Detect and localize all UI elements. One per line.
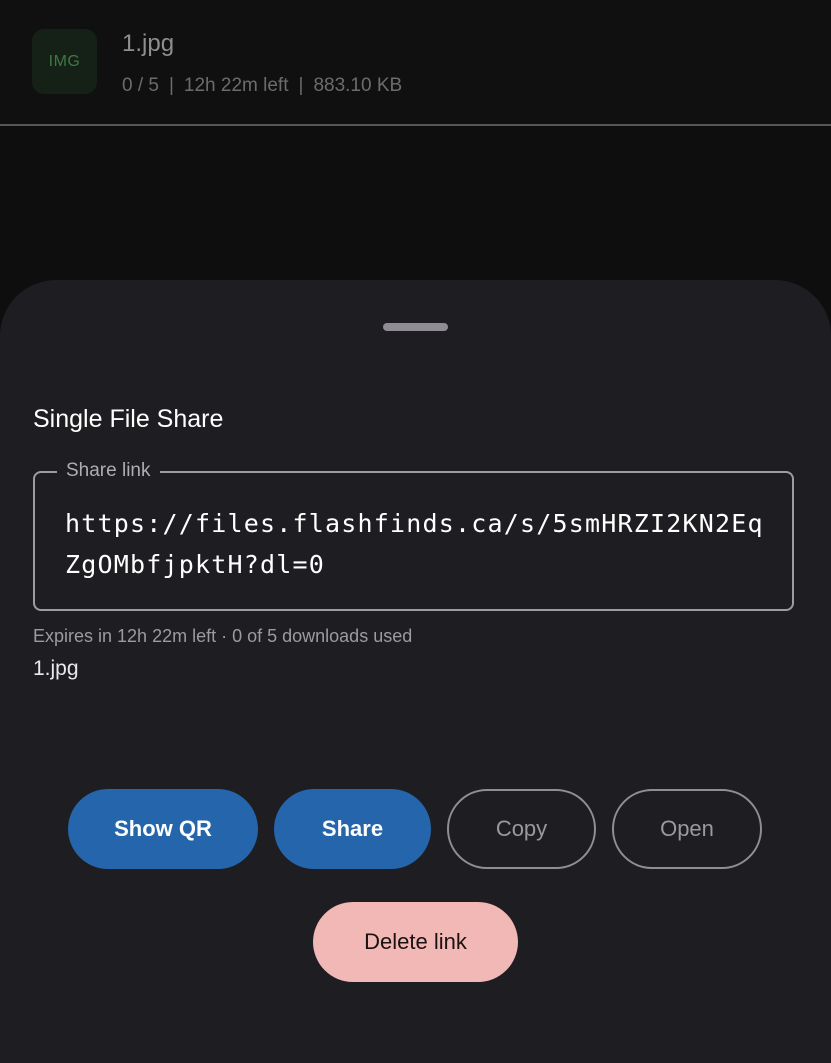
copy-button[interactable]: Copy xyxy=(447,789,596,869)
meta-separator: | xyxy=(298,75,304,96)
divider xyxy=(0,124,831,126)
share-button[interactable]: Share xyxy=(274,789,431,869)
file-list-item[interactable]: IMG 1.jpg 0 / 5 | 12h 22m left | 883.10 KB xyxy=(0,0,831,124)
open-button[interactable]: Open xyxy=(612,789,762,869)
sheet-title: Single File Share xyxy=(33,405,224,433)
file-name: 1.jpg xyxy=(122,30,175,57)
image-file-icon: IMG xyxy=(32,29,97,94)
share-bottom-sheet: Single File Share Share link https://fil… xyxy=(0,280,831,1063)
shared-file-name: 1.jpg xyxy=(33,657,79,680)
time-left: 12h 22m left xyxy=(183,75,289,96)
file-size: 883.10 KB xyxy=(313,75,403,96)
delete-link-button[interactable]: Delete link xyxy=(313,902,518,982)
show-qr-button[interactable]: Show QR xyxy=(68,789,258,869)
expiry-info: Expires in 12h 22m left · 0 of 5 downloa… xyxy=(33,626,413,646)
download-count: 0 / 5 xyxy=(122,75,159,96)
share-link-label: Share link xyxy=(57,460,160,482)
meta-separator: | xyxy=(168,75,174,96)
file-meta: 0 / 5 | 12h 22m left | 883.10 KB xyxy=(122,75,402,97)
share-link-url[interactable]: https://files.flashfinds.ca/s/5smHRZI2KN… xyxy=(65,503,765,585)
share-link-field[interactable]: Share link https://files.flashfinds.ca/s… xyxy=(33,460,794,611)
drag-handle[interactable] xyxy=(383,323,448,331)
